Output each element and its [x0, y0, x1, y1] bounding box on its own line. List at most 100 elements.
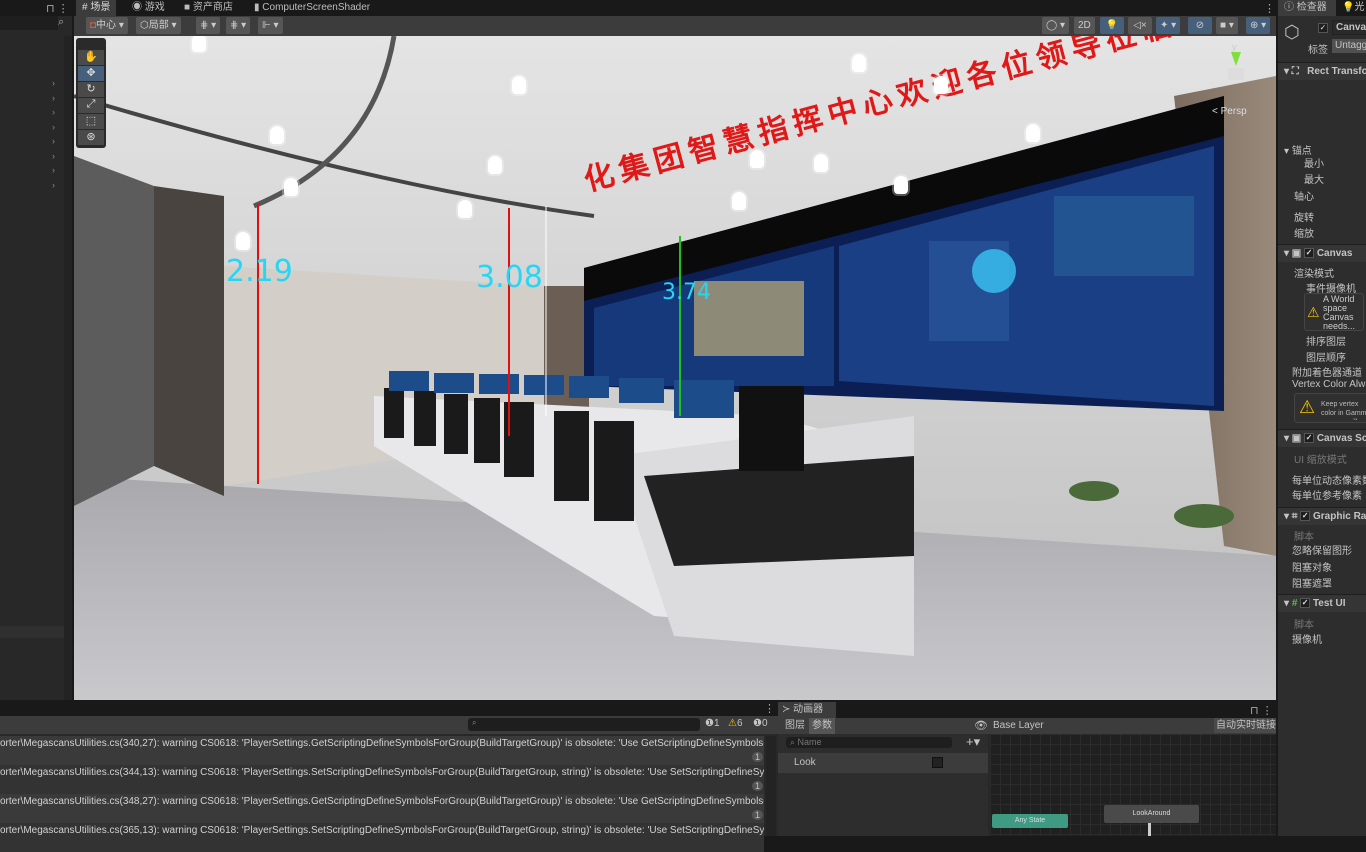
add-parameter-button[interactable]: +▾ — [966, 734, 980, 750]
tab-scene[interactable]: # 场景 — [76, 0, 117, 16]
light-gizmo-icon[interactable] — [284, 178, 298, 196]
error-count-toggle[interactable]: ❶0 — [753, 718, 768, 729]
transition-arrow[interactable] — [1148, 823, 1151, 836]
field-label: UI 缩放模式 — [1294, 455, 1347, 466]
parameters-list: ⌕ Name +▾ Look — [778, 734, 988, 836]
light-gizmo-icon[interactable] — [750, 150, 764, 168]
hierarchy-search[interactable] — [0, 16, 58, 30]
console-panel: ⋮ ⌕ ❶1 ⚠6 ❶0 orter\MegascansUtilities.cs… — [0, 702, 778, 852]
scrollbar[interactable] — [766, 736, 776, 836]
test-ui-header[interactable]: ▾ # ✓ Test UI — [1278, 594, 1366, 612]
pivot-dropdown[interactable]: ◘中心 ▾ — [86, 17, 128, 34]
tab-layers[interactable]: 图层 — [782, 718, 808, 734]
move-tool-icon[interactable]: ✥ — [78, 66, 104, 81]
layer-breadcrumb[interactable]: Base Layer — [993, 718, 1044, 734]
scale-tool-icon[interactable]: ⤢ — [78, 98, 104, 113]
light-gizmo-icon[interactable] — [894, 176, 908, 194]
scene-tab-bar: ⊓ ⋮ # 场景 ◉ 游戏 ■ 资产商店 ▮ ComputerScreenSha… — [0, 0, 1278, 16]
light-gizmo-icon[interactable] — [192, 36, 206, 52]
collapse-count: 1 — [752, 781, 764, 791]
grid-snap-button[interactable]: ⋕ ▾ — [196, 17, 221, 34]
console-row[interactable]: orter\MegascansUtilities.cs(365,13): war… — [0, 823, 764, 852]
light-gizmo-icon[interactable] — [1026, 124, 1040, 142]
gizmo-cube[interactable] — [1228, 68, 1244, 80]
lighting-toggle[interactable]: 💡 — [1100, 17, 1124, 34]
warning-count-toggle[interactable]: ⚠6 — [728, 718, 743, 729]
transform-tool-icon[interactable]: ⊛ — [78, 130, 104, 145]
field-label: 每单位参考像素 — [1292, 491, 1362, 502]
state-machine-graph[interactable]: Any State LookAround — [990, 734, 1278, 836]
console-row[interactable]: orter\MegascansUtilities.cs(344,13): war… — [0, 765, 764, 794]
hierarchy-item[interactable] — [0, 626, 64, 638]
state-any-state[interactable]: Any State — [992, 814, 1068, 828]
expand-arrows[interactable]: › › › › › › › › — [52, 76, 55, 192]
camera-dropdown[interactable]: ■ ▾ — [1216, 17, 1238, 34]
parameter-search-input[interactable]: ⌕ Name — [786, 737, 952, 748]
gizmos-dropdown[interactable]: ⊕ ▾ — [1246, 17, 1271, 34]
hand-tool-icon[interactable]: ✋ — [78, 50, 104, 65]
projection-label[interactable]: < Persp — [1212, 106, 1247, 117]
tab-lighting[interactable]: 💡光 — [1342, 0, 1364, 16]
measurement-label: 3.08 — [476, 260, 543, 295]
console-row[interactable]: orter\MegascansUtilities.cs(348,27): war… — [0, 794, 764, 823]
lock-icon[interactable]: ⊓ ⋮ — [46, 2, 69, 15]
inspector-panel: ⓘ 检查器 💡光 ⬡ ✓ Canvas 标签 Untagged ▾ ⛶ Rect… — [1278, 0, 1366, 836]
field-label: 脚本 — [1294, 532, 1314, 543]
info-count-toggle[interactable]: ❶1 — [705, 718, 720, 729]
y-axis-cone[interactable] — [1231, 52, 1241, 66]
lock-icon[interactable]: ⊓ ⋮ — [1250, 704, 1273, 717]
eye-icon[interactable]: 👁 — [974, 719, 988, 732]
console-toolbar: ⌕ ❶1 ⚠6 ❶0 — [0, 716, 778, 734]
auto-live-link-button[interactable]: 自动实时链接 — [1214, 718, 1278, 733]
tab-inspector[interactable]: ⓘ 检查器 — [1278, 0, 1336, 16]
parameter-row[interactable]: Look — [778, 753, 988, 773]
light-gizmo-icon[interactable] — [814, 154, 828, 172]
warning-box: ⚠Keep vertex color in Gamma space... wil… — [1294, 393, 1366, 423]
light-gizmo-icon[interactable] — [934, 76, 948, 94]
rect-tool-icon[interactable]: ⬚ — [78, 114, 104, 129]
state-look-around[interactable]: LookAround — [1104, 805, 1199, 823]
active-checkbox[interactable]: ✓ — [1318, 22, 1328, 34]
tab-parameters[interactable]: 参数 — [809, 718, 835, 734]
canvas-header[interactable]: ▾ ▣ ✓ Canvas — [1278, 244, 1366, 262]
hidden-objects-toggle[interactable]: ⊘ — [1188, 17, 1212, 34]
measurement-label: 2.19 — [226, 254, 293, 289]
rotate-tool-icon[interactable]: ↻ — [78, 82, 104, 97]
toggle-2d-button[interactable]: 2D — [1074, 17, 1095, 34]
graphic-raycaster-header[interactable]: ▾ ⌗ ✓ Graphic Raycaster — [1278, 507, 1366, 525]
more-icon[interactable]: ⋮ — [764, 702, 775, 715]
light-gizmo-icon[interactable] — [852, 54, 866, 72]
tab-game[interactable]: ◉ 游戏 — [126, 0, 171, 16]
animator-panel: ≻ 动画器 ⊓ ⋮ 图层 参数 👁 Base Layer 自动实时链接 ⌕ Na… — [778, 702, 1278, 836]
space-dropdown[interactable]: ⬡局部 ▾ — [136, 17, 181, 34]
light-gizmo-icon[interactable] — [512, 76, 526, 94]
more-icon[interactable]: ⋮ — [1264, 2, 1275, 15]
light-gizmo-icon[interactable] — [270, 126, 284, 144]
collapse-count: 1 — [752, 810, 764, 820]
tag-dropdown[interactable]: Untagged — [1332, 39, 1366, 53]
search-icon[interactable]: ⌕ — [58, 16, 64, 29]
rect-transform-header[interactable]: ▾ ⛶ Rect Transform — [1278, 62, 1366, 80]
tab-animator[interactable]: ≻ 动画器 — [778, 702, 836, 718]
ruler-button[interactable]: ⊩ ▾ — [258, 17, 283, 34]
light-gizmo-icon[interactable] — [458, 200, 472, 218]
console-search-input[interactable]: ⌕ — [468, 718, 700, 731]
scene-viewport[interactable]: 化集团智慧指挥中心欢迎各位领导莅临指导工作 2.19 3.08 3.74 ✋ ✥… — [74, 36, 1276, 700]
canvas-scaler-header[interactable]: ▾ ▣ ✓ Canvas Scaler — [1278, 429, 1366, 447]
effects-dropdown[interactable]: ✦ ▾ — [1156, 17, 1181, 34]
tab-asset-store[interactable]: ■ 资产商店 — [178, 0, 239, 16]
increment-snap-button[interactable]: ⋕ ▾ — [226, 17, 251, 34]
object-name-field[interactable]: Canvas — [1332, 20, 1366, 35]
field-label: 最小 — [1304, 159, 1324, 170]
parameter-bool-checkbox[interactable] — [932, 757, 943, 768]
orientation-gizmo[interactable]: y — [1216, 42, 1256, 102]
scrollbar[interactable] — [64, 36, 72, 700]
tab-computer-screen-shader[interactable]: ▮ ComputerScreenShader — [248, 0, 376, 16]
shading-mode-dropdown[interactable]: ◯ ▾ — [1042, 17, 1069, 34]
console-row[interactable]: orter\MegascansUtilities.cs(340,27): war… — [0, 736, 764, 765]
light-gizmo-icon[interactable] — [488, 156, 502, 174]
light-gizmo-icon[interactable] — [236, 232, 250, 250]
field-label: 旋转 — [1294, 213, 1314, 224]
audio-toggle[interactable]: ◁× — [1128, 17, 1152, 34]
light-gizmo-icon[interactable] — [732, 192, 746, 210]
